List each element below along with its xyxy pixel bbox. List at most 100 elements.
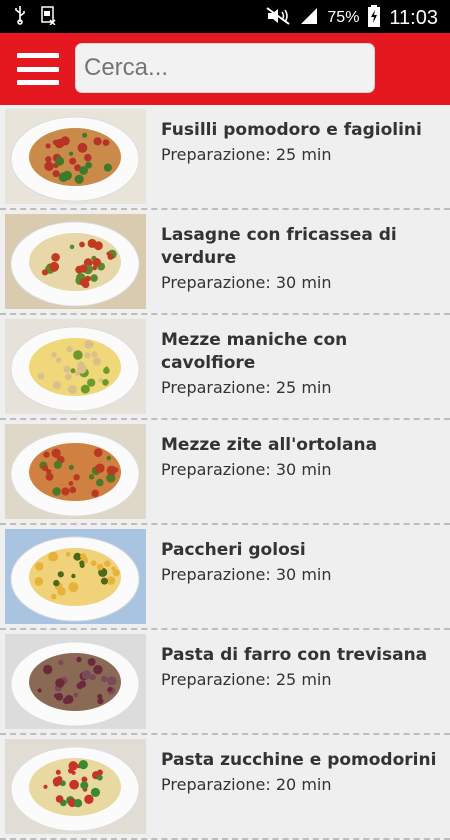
garnish (55, 795, 64, 803)
garnish (65, 373, 72, 381)
garnish (91, 351, 98, 358)
garnish (106, 465, 117, 476)
garnish (69, 244, 75, 250)
garnish (55, 769, 61, 775)
recipe-thumbnail (5, 739, 146, 834)
garnish (55, 357, 62, 363)
garnish (87, 658, 96, 666)
garnish (57, 587, 66, 596)
garnish (90, 787, 100, 797)
search-input[interactable] (75, 43, 375, 93)
garnish (92, 258, 101, 267)
dish-image (10, 641, 140, 727)
recipe-prep-time: Preparazione: 20 min (161, 775, 332, 794)
garnish (88, 474, 95, 480)
recipe-list-item[interactable]: Pasta zucchine e pomodorini Preparazione:… (0, 735, 450, 840)
recipe-list-item[interactable]: Mezze zite all'ortolana Preparazione: 30 … (0, 420, 450, 525)
signal-icon (299, 6, 319, 30)
recipe-title: Mezze maniche con cavolfiore (161, 330, 348, 373)
garnish (51, 352, 57, 358)
garnish (84, 153, 92, 162)
garnish (96, 774, 103, 781)
recipe-prep-time: Preparazione: 25 min (161, 378, 332, 397)
garnish (79, 278, 88, 287)
garnish (90, 560, 97, 567)
garnish (57, 571, 64, 578)
dish-image (10, 536, 140, 622)
garnish (52, 170, 60, 178)
hamburger-menu-icon[interactable] (17, 53, 59, 85)
recipe-list: Fusilli pomodoro e fagiolini Preparazione… (0, 105, 450, 840)
garnish (84, 794, 94, 804)
sim-card-icon (40, 5, 56, 29)
garnish (93, 665, 103, 675)
pasta (29, 233, 121, 291)
recipe-list-item[interactable]: Lasagne con fricassea di verdure Preparaz… (0, 210, 450, 315)
garnish (43, 451, 50, 458)
clock: 11:03 (389, 6, 438, 29)
garnish (106, 455, 112, 461)
garnish (107, 676, 117, 686)
garnish (41, 269, 49, 276)
pasta (29, 653, 121, 711)
garnish (82, 132, 88, 138)
dish-image (10, 746, 140, 832)
garnish (93, 241, 103, 251)
garnish (49, 261, 60, 272)
garnish (52, 487, 61, 496)
garnish (97, 769, 103, 776)
garnish (52, 381, 62, 390)
recipe-title: Pasta zucchine e pomodorini (161, 750, 437, 770)
garnish (90, 274, 98, 282)
garnish (87, 378, 96, 387)
garnish (102, 379, 109, 386)
usb-icon (14, 5, 26, 29)
dish-image (10, 431, 140, 517)
garnish (96, 478, 104, 487)
dish-image (10, 221, 140, 307)
recipe-prep-time: Preparazione: 30 min (161, 273, 332, 292)
garnish (74, 371, 80, 376)
status-bar-left (14, 5, 56, 29)
garnish (69, 779, 79, 790)
garnish (34, 577, 44, 586)
garnish (78, 760, 88, 770)
garnish (54, 138, 65, 149)
recipe-title: Pasta di farro con trevisana (161, 645, 428, 665)
garnish (68, 768, 74, 774)
recipe-list-item[interactable]: Mezze maniche con cavolfiore Preparazione… (0, 315, 450, 420)
recipe-thumbnail (5, 634, 146, 729)
garnish (106, 251, 111, 256)
garnish (104, 560, 111, 567)
garnish (37, 688, 42, 693)
garnish (46, 468, 52, 475)
garnish (79, 560, 85, 566)
garnish (80, 384, 90, 394)
recipe-list-item[interactable]: Fusilli pomodoro e fagiolini Preparazione… (0, 105, 450, 210)
garnish (106, 576, 116, 585)
recipe-title: Fusilli pomodoro e fagiolini (161, 120, 422, 140)
garnish (79, 166, 88, 175)
garnish (53, 460, 62, 469)
recipe-title: Paccheri golosi (161, 540, 306, 560)
garnish (43, 664, 53, 675)
garnish (96, 563, 104, 571)
garnish (69, 486, 77, 494)
recipe-list-item[interactable]: Paccheri golosi Preparazione: 30 min (0, 525, 450, 630)
pasta (29, 128, 121, 186)
garnish (111, 566, 116, 571)
garnish (73, 799, 83, 808)
recipe-thumbnail (5, 109, 146, 204)
garnish (68, 481, 74, 486)
garnish (91, 489, 99, 498)
recipe-prep-time: Preparazione: 30 min (161, 565, 332, 584)
garnish (73, 692, 79, 698)
recipe-thumbnail (5, 319, 146, 414)
garnish (44, 161, 54, 171)
garnish (80, 553, 87, 560)
garnish (69, 151, 74, 156)
garnish (65, 552, 71, 557)
recipe-prep-time: Preparazione: 25 min (161, 670, 332, 689)
recipe-list-item[interactable]: Pasta di farro con trevisana Preparazione… (0, 630, 450, 735)
garnish (107, 687, 113, 692)
